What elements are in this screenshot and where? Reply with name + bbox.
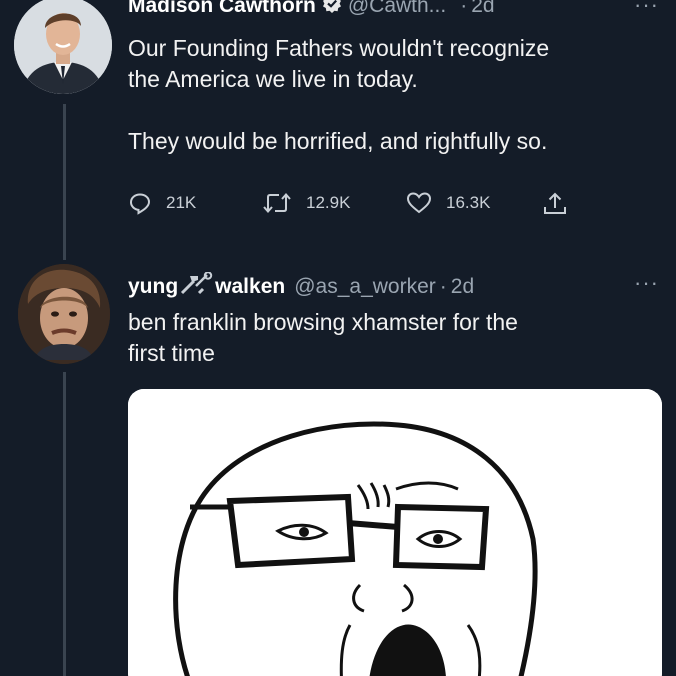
retweet-button[interactable]: 12.9K xyxy=(262,191,350,215)
tweet-text-line: the America we live in today. xyxy=(128,66,418,92)
reply-count: 21K xyxy=(166,193,197,212)
separator-dot: · xyxy=(439,275,447,298)
handle[interactable]: @as_a_worker xyxy=(294,275,436,299)
handle[interactable]: @Cawth... xyxy=(348,0,446,18)
heart-icon xyxy=(406,192,432,214)
avatar-yung-walken[interactable] xyxy=(18,264,110,364)
display-name[interactable]: Madison Cawthorn xyxy=(128,0,316,18)
profile-photo-icon xyxy=(14,0,112,94)
retweet-icon xyxy=(263,192,291,214)
timestamp[interactable]: 2d xyxy=(471,0,494,18)
tweet-text-line: They would be horrified, and rightfully … xyxy=(128,128,548,154)
tweet-text-line: Our Founding Fathers wouldn't recognize xyxy=(128,35,550,61)
display-name-part1[interactable]: yung xyxy=(128,275,178,299)
timeline: Madison Cawthorn @Cawth... · 2d ··· Our … xyxy=(0,0,676,676)
like-count: 16.3K xyxy=(446,193,491,212)
share-button[interactable] xyxy=(542,191,582,217)
thread-line-bottom xyxy=(63,372,66,676)
tweet-text-line: ben franklin browsing xhamster for the xyxy=(128,309,518,335)
tweet-text: ben franklin browsing xhamster for the f… xyxy=(128,307,518,369)
tweet-media-image[interactable] xyxy=(128,389,662,676)
thread-line-top xyxy=(63,104,66,260)
share-icon xyxy=(544,192,566,214)
retweet-count: 12.9K xyxy=(306,193,351,212)
avatar-madison[interactable] xyxy=(14,0,112,94)
display-name-part2[interactable]: walken xyxy=(215,275,285,299)
tweet-text: Our Founding Fathers wouldn't recognize … xyxy=(128,33,549,157)
profile-photo-icon xyxy=(18,264,110,364)
tweet-header: Madison Cawthorn @Cawth... · 2d xyxy=(128,0,495,19)
tweet-text-line: first time xyxy=(128,340,215,366)
like-button[interactable]: 16.3K xyxy=(406,191,490,215)
tweet-header: yung walken @as_a_worker · 2d xyxy=(128,271,474,302)
reply-button[interactable]: 21K xyxy=(128,191,196,215)
separator-dot: · xyxy=(460,0,468,17)
timestamp[interactable]: 2d xyxy=(451,275,474,299)
wojak-meme-drawing xyxy=(128,389,662,676)
reply-icon xyxy=(129,193,151,215)
more-options-icon[interactable]: ··· xyxy=(634,0,659,18)
verified-badge-icon xyxy=(322,0,342,19)
tools-emoji-icon xyxy=(179,271,213,302)
more-options-icon[interactable]: ··· xyxy=(634,270,659,296)
